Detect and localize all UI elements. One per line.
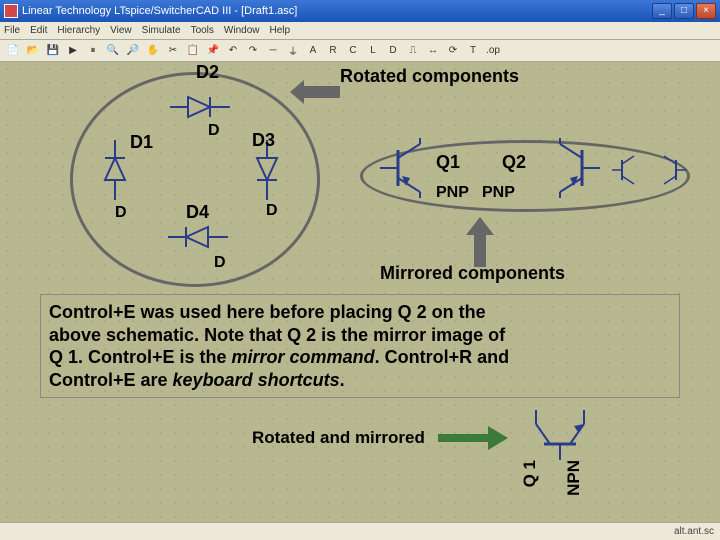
component-q1-bottom[interactable]	[530, 410, 590, 460]
window-controls: _ □ ×	[652, 3, 716, 19]
textline3c: . Control+R and	[375, 347, 510, 367]
textline4a: Control+E are	[49, 370, 173, 390]
menu-hierarchy[interactable]: Hierarchy	[57, 25, 100, 36]
label-q1-type: PNP	[436, 184, 469, 202]
tool-cut-icon[interactable]: ✂	[164, 42, 182, 60]
component-d4[interactable]	[168, 222, 228, 252]
tool-diode-icon[interactable]: D	[384, 42, 402, 60]
toolbar[interactable]: 📄 📂 💾 ▶ ⏸ 🔍 🔎 ✋ ✂ 📋 📌 ↶ ↷ ─ ⏚ A R C L D …	[0, 40, 720, 62]
textline3a: Q 1. Control+E is the	[49, 347, 232, 367]
tool-wire-icon[interactable]: ─	[264, 42, 282, 60]
menu-help[interactable]: Help	[270, 25, 291, 36]
tool-open-icon[interactable]: 📂	[24, 42, 42, 60]
textline2: above schematic. Note that Q 2 is the mi…	[49, 325, 505, 345]
arrow-mirrored-icon	[466, 217, 496, 272]
title-bar[interactable]: Linear Technology LTspice/SwitcherCAD II…	[0, 0, 720, 22]
tool-res-icon[interactable]: R	[324, 42, 342, 60]
label-q1b-type: NPN	[564, 460, 584, 496]
menu-window[interactable]: Window	[224, 25, 260, 36]
tool-spice-icon[interactable]: .op	[484, 42, 502, 60]
app-window: Linear Technology LTspice/SwitcherCAD II…	[0, 0, 720, 540]
canvas-content: Rotated components Mirrored components D…	[0, 62, 720, 522]
tool-copy-icon[interactable]: 📋	[184, 42, 202, 60]
menu-simulate[interactable]: Simulate	[142, 25, 181, 36]
label-q1-name: Q1	[436, 152, 460, 173]
tool-save-icon[interactable]: 💾	[44, 42, 62, 60]
component-edge-left[interactable]	[612, 152, 642, 188]
tool-label-icon[interactable]: A	[304, 42, 322, 60]
tool-zoomout-icon[interactable]: 🔎	[124, 42, 142, 60]
tool-run-icon[interactable]: ▶	[64, 42, 82, 60]
tool-comp-icon[interactable]: ⎍	[404, 42, 422, 60]
label-d3-type: D	[266, 202, 278, 220]
component-edge-right[interactable]	[656, 152, 686, 188]
menu-file[interactable]: File	[4, 25, 20, 36]
close-button[interactable]: ×	[696, 3, 716, 19]
label-d1-name: D1	[130, 132, 153, 153]
tool-pan-icon[interactable]: ✋	[144, 42, 162, 60]
component-d2[interactable]	[170, 92, 230, 122]
menu-tools[interactable]: Tools	[191, 25, 214, 36]
label-rotated-components: Rotated components	[340, 66, 519, 87]
label-d3-name: D3	[252, 130, 275, 151]
tool-ind-icon[interactable]: L	[364, 42, 382, 60]
tool-rotate-icon[interactable]: ⟳	[444, 42, 462, 60]
app-icon	[4, 4, 18, 18]
textline3b: mirror command	[232, 347, 375, 367]
textline4c: .	[340, 370, 345, 390]
component-d1[interactable]	[100, 140, 130, 200]
textline4b: keyboard shortcuts	[173, 370, 340, 390]
component-q1[interactable]	[380, 138, 430, 198]
label-q2-type: PNP	[482, 184, 515, 202]
arrow-rotated-icon	[290, 80, 340, 109]
minimize-button[interactable]: _	[652, 3, 672, 19]
menu-edit[interactable]: Edit	[30, 25, 47, 36]
tool-new-icon[interactable]: 📄	[4, 42, 22, 60]
tool-gnd-icon[interactable]: ⏚	[284, 42, 302, 60]
label-q1b-name: Q 1	[520, 460, 540, 487]
tool-paste-icon[interactable]: 📌	[204, 42, 222, 60]
tool-undo-icon[interactable]: ↶	[224, 42, 242, 60]
status-bar: alt.ant.sc	[0, 522, 720, 540]
tool-move-icon[interactable]: ↔	[424, 42, 442, 60]
instruction-text: Control+E was used here before placing Q…	[40, 294, 680, 398]
status-text: alt.ant.sc	[674, 526, 714, 537]
menu-bar[interactable]: File Edit Hierarchy View Simulate Tools …	[0, 22, 720, 40]
tool-zoom-icon[interactable]: 🔍	[104, 42, 122, 60]
maximize-button[interactable]: □	[674, 3, 694, 19]
tool-redo-icon[interactable]: ↷	[244, 42, 262, 60]
label-d4-type: D	[214, 254, 226, 272]
label-rotated-and-mirrored: Rotated and mirrored	[252, 428, 425, 448]
label-d2-type: D	[208, 122, 220, 140]
tool-text-icon[interactable]: T	[464, 42, 482, 60]
tool-cap-icon[interactable]: C	[344, 42, 362, 60]
label-q2-name: Q2	[502, 152, 526, 173]
schematic-canvas[interactable]: Rotated components Mirrored components D…	[0, 62, 720, 522]
label-d4-name: D4	[186, 202, 209, 223]
menu-view[interactable]: View	[110, 25, 132, 36]
window-title: Linear Technology LTspice/SwitcherCAD II…	[22, 5, 652, 17]
arrow-rotmir-icon	[438, 426, 508, 455]
label-d2-name: D2	[196, 62, 219, 83]
label-d1-type: D	[115, 204, 127, 222]
tool-stop-icon[interactable]: ⏸	[84, 42, 102, 60]
component-q2[interactable]	[550, 138, 600, 198]
textline1: Control+E was used here before placing Q…	[49, 302, 486, 322]
